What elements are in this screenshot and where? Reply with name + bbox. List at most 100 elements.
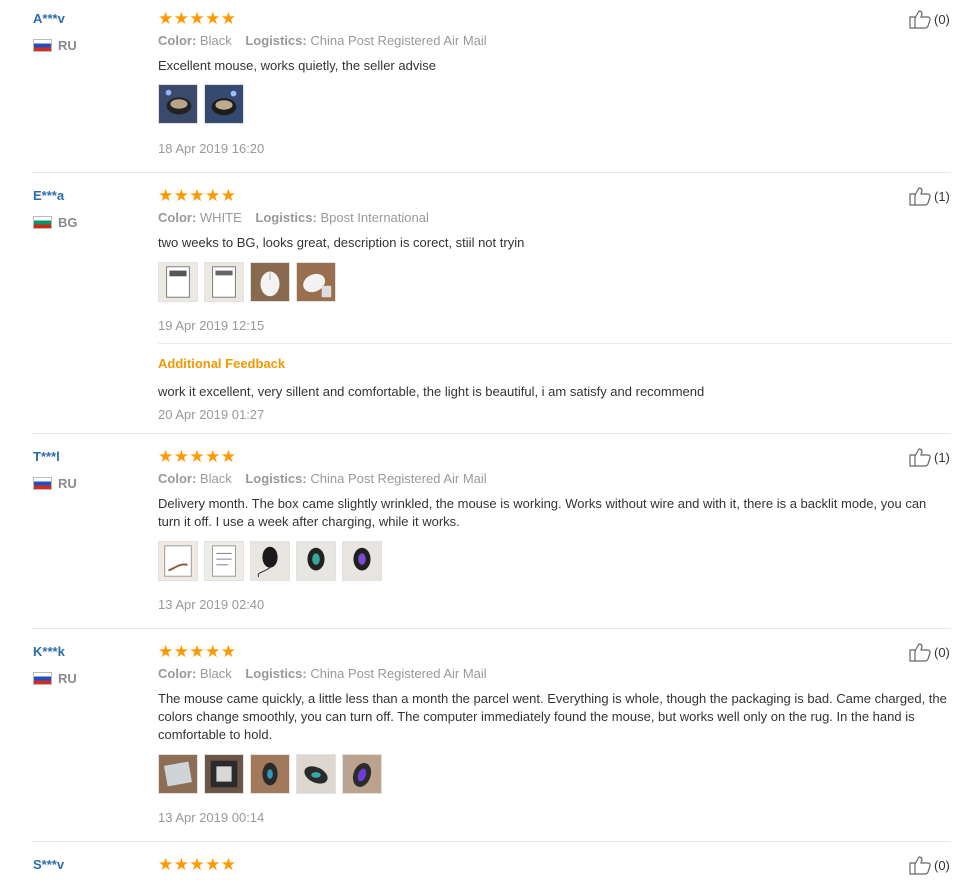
star-icon: ★ <box>205 447 221 466</box>
star-icon: ★ <box>158 447 174 466</box>
star-icon: ★ <box>205 186 221 205</box>
review-photo-thumbnail[interactable] <box>204 84 244 124</box>
reviewer-name[interactable]: A***v <box>33 11 65 26</box>
additional-feedback-title: Additional Feedback <box>158 356 286 371</box>
logistics-label: Logistics: <box>245 666 307 681</box>
country-code: BG <box>58 215 78 230</box>
star-icon: ★ <box>205 9 221 28</box>
review-photo-thumbnail[interactable] <box>204 262 244 302</box>
star-icon: ★ <box>189 642 205 661</box>
star-icon: ★ <box>189 186 205 205</box>
review-photos <box>158 754 382 794</box>
reviewer-country: BG <box>33 215 78 230</box>
star-icon: ★ <box>158 9 174 28</box>
star-icon: ★ <box>158 642 174 661</box>
helpful-button[interactable]: (1) <box>908 186 950 206</box>
star-rating: ★ ★ ★ ★ ★ <box>158 186 236 205</box>
additional-feedback-text: work it excellent, very sillent and comf… <box>158 384 705 399</box>
review-photo-thumbnail[interactable] <box>204 754 244 794</box>
star-rating: ★ ★ ★ ★ ★ <box>158 447 236 466</box>
review-photos <box>158 84 244 124</box>
star-icon: ★ <box>173 447 189 466</box>
review-date: 18 Apr 2019 16:20 <box>158 141 265 156</box>
star-icon: ★ <box>173 642 189 661</box>
additional-feedback-date: 20 Apr 2019 01:27 <box>158 407 265 422</box>
review-photos <box>158 262 336 302</box>
star-icon: ★ <box>220 9 236 28</box>
star-icon: ★ <box>205 855 221 874</box>
helpful-count: (1) <box>934 449 950 465</box>
review-text: Delivery month. The box came slightly wr… <box>158 496 927 529</box>
color-label: Color: <box>158 210 197 225</box>
helpful-button[interactable]: (0) <box>908 642 950 662</box>
helpful-count: (1) <box>934 188 950 204</box>
reviewer-name[interactable]: K***k <box>33 644 65 659</box>
review-photo-thumbnail[interactable] <box>250 541 290 581</box>
review-photo-thumbnail[interactable] <box>204 541 244 581</box>
helpful-count: (0) <box>934 11 950 27</box>
logistics-label: Logistics: <box>255 210 317 225</box>
review-divider <box>32 172 951 173</box>
review-photo-thumbnail[interactable] <box>250 754 290 794</box>
star-icon: ★ <box>205 642 221 661</box>
country-code: RU <box>58 476 77 491</box>
russia-flag-icon <box>33 477 52 490</box>
star-icon: ★ <box>158 855 174 874</box>
star-icon: ★ <box>173 186 189 205</box>
review-photo-thumbnail[interactable] <box>296 754 336 794</box>
bulgaria-flag-icon <box>33 216 52 229</box>
thumbs-up-icon <box>909 10 931 29</box>
helpful-button[interactable]: (1) <box>908 447 950 467</box>
review-photo-thumbnail[interactable] <box>296 541 336 581</box>
order-info: Color: Black Logistics: China Post Regis… <box>158 666 487 681</box>
helpful-button[interactable]: (0) <box>908 9 950 29</box>
logistics-value: Bpost International <box>320 210 429 225</box>
logistics-label: Logistics: <box>245 33 307 48</box>
thumbs-up-icon <box>909 643 931 662</box>
review-photo-thumbnail[interactable] <box>296 262 336 302</box>
review-date: 19 Apr 2019 12:15 <box>158 318 265 333</box>
star-rating: ★ ★ ★ ★ ★ <box>158 855 236 874</box>
russia-flag-icon <box>33 39 52 52</box>
review-photo-thumbnail[interactable] <box>158 262 198 302</box>
review-divider <box>32 841 951 842</box>
color-value: WHITE <box>199 210 242 225</box>
color-label: Color: <box>158 471 197 486</box>
reviewer-name[interactable]: S***v <box>33 857 64 872</box>
helpful-count: (0) <box>934 857 950 873</box>
reviewer-country: RU <box>33 671 77 686</box>
review-photo-thumbnail[interactable] <box>342 754 382 794</box>
color-value: Black <box>199 471 232 486</box>
star-icon: ★ <box>173 855 189 874</box>
order-info: Color: Black Logistics: China Post Regis… <box>158 33 487 48</box>
additional-feedback-divider <box>158 343 951 344</box>
review-photos <box>158 541 382 581</box>
color-value: Black <box>199 666 232 681</box>
logistics-value: China Post Registered Air Mail <box>310 33 487 48</box>
thumbs-up-icon <box>909 187 931 206</box>
country-code: RU <box>58 38 77 53</box>
star-icon: ★ <box>220 447 236 466</box>
review-divider <box>32 628 951 629</box>
helpful-button[interactable]: (0) <box>908 855 950 875</box>
review-photo-thumbnail[interactable] <box>250 262 290 302</box>
reviewer-name[interactable]: T***l <box>33 449 60 464</box>
review-photo-thumbnail[interactable] <box>158 541 198 581</box>
reviewer-country: RU <box>33 38 77 53</box>
star-rating: ★ ★ ★ ★ ★ <box>158 9 236 28</box>
review-photo-thumbnail[interactable] <box>342 541 382 581</box>
thumbs-up-icon <box>909 448 931 467</box>
review-date: 13 Apr 2019 02:40 <box>158 597 265 612</box>
review-photo-thumbnail[interactable] <box>158 754 198 794</box>
reviewer-country: RU <box>33 476 77 491</box>
review-photo-thumbnail[interactable] <box>158 84 198 124</box>
logistics-label: Logistics: <box>245 471 307 486</box>
order-info: Color: WHITE Logistics: Bpost Internatio… <box>158 210 429 225</box>
review-text: two weeks to BG, looks great, descriptio… <box>158 235 525 250</box>
review-date: 13 Apr 2019 00:14 <box>158 810 265 825</box>
review-divider <box>32 433 951 434</box>
reviewer-name[interactable]: E***a <box>33 188 64 203</box>
russia-flag-icon <box>33 672 52 685</box>
star-icon: ★ <box>189 855 205 874</box>
logistics-value: China Post Registered Air Mail <box>310 666 487 681</box>
